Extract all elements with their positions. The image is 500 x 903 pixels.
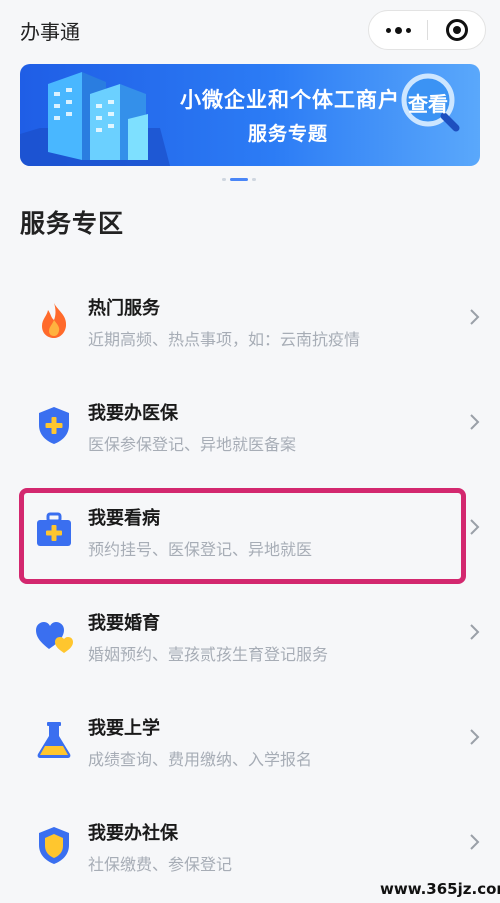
flame-icon <box>42 303 67 338</box>
chevron-right-icon <box>470 519 480 535</box>
item-title: 热门服务 <box>88 298 160 319</box>
item-title: 我要看病 <box>88 508 160 529</box>
list-item-marriage-birth[interactable]: 我要婚育 婚姻预约、壹孩贰孩生育登记服务 <box>0 577 500 682</box>
close-circle-icon <box>445 19 468 41</box>
shield-icon <box>39 827 69 864</box>
item-subtitle: 近期高频、热点事项，如：云南抗疫情 <box>88 330 361 349</box>
close-button[interactable] <box>428 11 485 49</box>
carousel-dot <box>222 178 226 181</box>
item-subtitle: 成绩查询、费用缴纳、入学报名 <box>88 750 313 769</box>
list-item-see-doctor[interactable]: 我要看病 预约挂号、医保登记、异地就医 <box>0 472 500 577</box>
view-badge-label: 查看 <box>408 92 448 116</box>
chevron-right-icon <box>470 414 480 430</box>
carousel-dot-active <box>230 178 248 181</box>
item-subtitle: 预约挂号、医保登记、异地就医 <box>88 540 313 559</box>
list-item-hot-services[interactable]: 热门服务 近期高频、热点事项，如：云南抗疫情 <box>0 262 500 367</box>
service-list: 热门服务 近期高频、热点事项，如：云南抗疫情 我要办医保 医保参保登记、异地就医… <box>0 262 500 892</box>
medical-kit-icon <box>37 512 71 546</box>
list-item-medical-insurance[interactable]: 我要办医保 医保参保登记、异地就医备案 <box>0 367 500 472</box>
shield-plus-icon <box>39 407 69 444</box>
carousel-dot <box>252 178 256 181</box>
chevron-right-icon <box>470 309 480 325</box>
section-title: 服务专区 <box>20 209 125 238</box>
promo-banner[interactable]: 小微企业和个体工商户 服务专题 查看 <box>20 64 480 166</box>
item-title: 我要婚育 <box>88 613 160 634</box>
flask-icon <box>37 722 71 758</box>
banner-subheadline: 服务专题 <box>248 123 329 145</box>
chevron-right-icon <box>470 834 480 850</box>
dot-icon <box>394 26 402 34</box>
watermark-text: www.365jz.com <box>380 880 500 898</box>
more-button[interactable] <box>369 11 427 49</box>
item-title: 我要办医保 <box>88 403 178 424</box>
banner-headline: 小微企业和个体工商户 <box>180 88 400 112</box>
list-item-social-security[interactable]: 我要办社保 社保缴费、参保登记 <box>0 787 500 892</box>
app-title: 办事通 <box>20 20 80 44</box>
mini-program-capsule <box>368 10 486 50</box>
item-title: 我要上学 <box>88 718 160 739</box>
dot-icon <box>385 27 391 33</box>
list-item-school[interactable]: 我要上学 成绩查询、费用缴纳、入学报名 <box>0 682 500 787</box>
item-subtitle: 医保参保登记、异地就医备案 <box>88 435 297 454</box>
chevron-right-icon <box>470 729 480 745</box>
hearts-icon <box>36 622 73 653</box>
top-bar: 办事通 <box>0 0 500 62</box>
chevron-right-icon <box>470 624 480 640</box>
item-subtitle: 社保缴费、参保登记 <box>88 855 233 874</box>
dot-icon <box>405 27 411 33</box>
item-title: 我要办社保 <box>88 823 178 844</box>
carousel-indicator <box>222 178 256 181</box>
item-subtitle: 婚姻预约、壹孩贰孩生育登记服务 <box>88 645 329 664</box>
